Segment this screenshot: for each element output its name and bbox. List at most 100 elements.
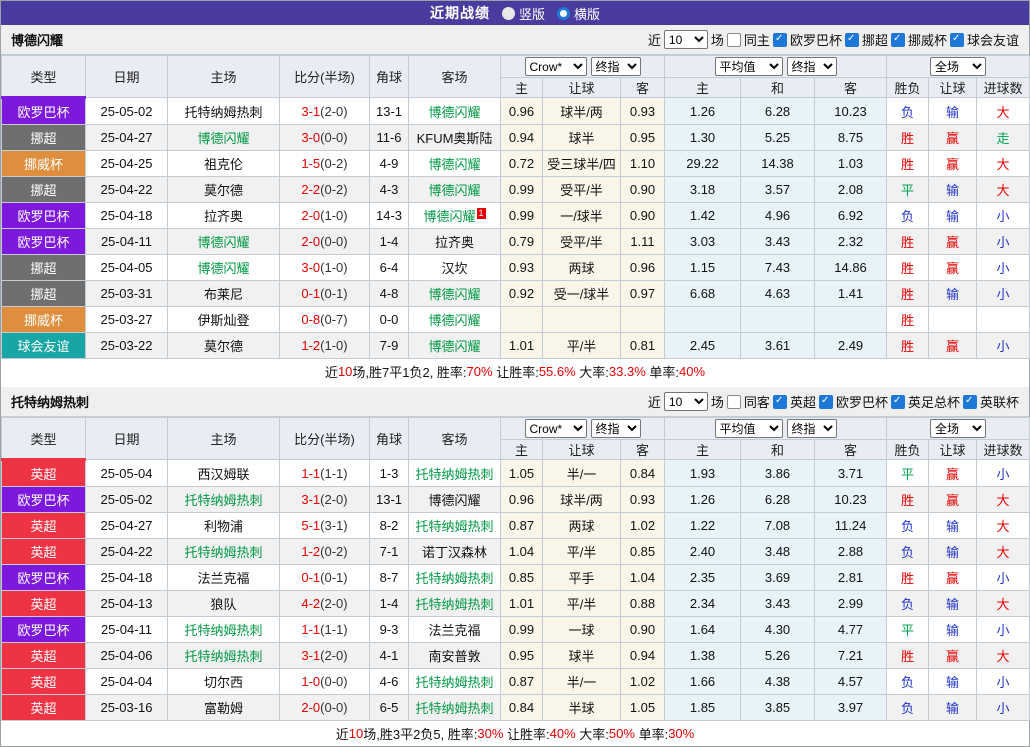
same-venue-checkbox[interactable] (726, 32, 741, 47)
book-final-select[interactable]: 终指 (590, 57, 641, 76)
match-date: 25-04-25 (85, 150, 168, 177)
score: 0-1(0-1) (279, 564, 370, 591)
average-odds-0: 29.22 (664, 150, 742, 177)
average-odds-0: 1.64 (664, 616, 742, 643)
league-checkbox-label: 英联杯 (979, 395, 1019, 410)
league-checkbox-0[interactable] (772, 394, 787, 409)
average-odds-1: 7.08 (740, 512, 816, 539)
league-checkbox-label: 英足总杯 (907, 395, 960, 410)
col-header-5: 客场 (408, 55, 501, 98)
league-checkbox-0[interactable] (772, 32, 787, 47)
score: 2-2(0-2) (279, 176, 370, 203)
average-odds-2: 14.86 (814, 254, 888, 281)
col-header-3: 比分(半场) (279, 55, 370, 98)
league-checkbox-1[interactable] (844, 32, 859, 47)
match-date: 25-04-06 (85, 642, 168, 669)
result-flag-0: 胜 (886, 254, 930, 281)
league-badge: 欧罗巴杯 (1, 228, 86, 255)
handicap-odds-1: 球半 (542, 124, 621, 151)
table-row: 英超 25-04-27 利物浦 5-1(3-1) 8-2 托特纳姆热刺 0.87 两球 1.02… (1, 512, 1030, 539)
score: 0-1(0-1) (279, 280, 370, 307)
avg-final-select[interactable]: 终指 (786, 57, 837, 76)
near-label: 近 (647, 33, 661, 48)
layout-option-horizontal[interactable]: 横版 (557, 4, 600, 23)
league-checkbox-3[interactable] (962, 394, 977, 409)
same-venue-checkbox[interactable] (726, 394, 741, 409)
home-team: 博德闪耀 (167, 124, 280, 151)
table-row: 英超 25-04-22 托特纳姆热刺 1-2(0-2) 7-1 诺丁汉森林 1.04 平/半 0… (1, 538, 1030, 565)
bookmaker-select[interactable]: Crow* (524, 419, 587, 438)
near-count-select[interactable]: 10 (663, 392, 708, 411)
handicap-odds-0: 0.99 (500, 202, 543, 229)
scope-select[interactable]: 全场 (930, 57, 987, 76)
league-badge: 英超 (1, 459, 86, 487)
league-badge: 挪超 (1, 176, 86, 203)
corners: 9-3 (369, 616, 409, 643)
book-final-select[interactable]: 终指 (590, 419, 641, 438)
average-odds-0: 3.03 (664, 228, 742, 255)
team-section-0: 博德闪耀近10场同主欧罗巴杯挪超挪威杯球会友谊类型日期主场比分(半场)角球客场C… (1, 25, 1030, 384)
average-odds-1: 3.85 (740, 694, 816, 721)
result-flag-1: 输 (928, 538, 978, 565)
average-odds-0: 1.30 (664, 124, 742, 151)
corners: 1-4 (369, 228, 409, 255)
scope-select[interactable]: 全场 (930, 419, 987, 438)
handicap-odds-2: 0.85 (619, 538, 666, 565)
away-team: 托特纳姆热刺 (408, 590, 501, 617)
team-controls: 博德闪耀 近10场 同主 欧罗巴杯 挪超 挪威杯 球会友谊 (1, 25, 1029, 55)
handicap-odds-1: 一/球半 (542, 202, 621, 229)
home-team: 博德闪耀 (167, 254, 280, 281)
score: 1-1(1-1) (279, 459, 370, 487)
filter-controls: 近10场 同客 英超 欧罗巴杯 英足总杯 英联杯 (648, 392, 1019, 411)
radio-vertical-icon[interactable] (501, 6, 515, 20)
corners: 4-3 (369, 176, 409, 203)
league-checkbox-label: 欧罗巴杯 (835, 395, 888, 410)
league-badge: 挪超 (1, 124, 86, 151)
league-checkbox-1[interactable] (818, 394, 833, 409)
score: 3-0(0-0) (279, 124, 370, 151)
corners: 4-9 (369, 150, 409, 177)
team-name: 博德闪耀 (11, 33, 64, 48)
average-odds-1: 5.25 (740, 124, 816, 151)
handicap-odds-0: 1.01 (500, 332, 543, 359)
away-team: 托特纳姆热刺 (408, 512, 501, 539)
result-flag-0: 负 (886, 668, 930, 695)
corners: 7-9 (369, 332, 409, 359)
away-team: 博德闪耀 (408, 306, 501, 333)
league-badge: 英超 (1, 538, 86, 565)
home-team: 伊斯灿登 (167, 306, 280, 333)
score: 5-1(3-1) (279, 512, 370, 539)
bookmaker-select[interactable]: Crow* (524, 57, 587, 76)
away-team: 拉齐奥 (408, 228, 501, 255)
score: 2-0(0-0) (279, 694, 370, 721)
average-select[interactable]: 平均值 (714, 57, 783, 76)
layout-option-vertical[interactable]: 竖版 (501, 4, 545, 23)
result-flag-2: 小 (976, 228, 1030, 255)
average-odds-2: 1.41 (814, 280, 888, 307)
league-checkbox-3[interactable] (949, 32, 964, 47)
table-row: 欧罗巴杯 25-04-18 法兰克福 0-1(0-1) 8-7 托特纳姆热刺 0.85 平手 1… (1, 564, 1030, 591)
scope-header: 全场 (886, 417, 1030, 440)
avg-final-select[interactable]: 终指 (786, 419, 837, 438)
score: 2-0(1-0) (279, 202, 370, 229)
average-odds-1: 6.28 (740, 486, 816, 513)
home-team: 托特纳姆热刺 (167, 616, 280, 643)
team-sections: 博德闪耀近10场同主欧罗巴杯挪超挪威杯球会友谊类型日期主场比分(半场)角球客场C… (1, 25, 1030, 746)
radio-horizontal-icon[interactable] (557, 6, 570, 20)
corners: 6-5 (369, 694, 409, 721)
result-flag-2: 小 (976, 280, 1030, 307)
league-checkbox-2[interactable] (890, 32, 905, 47)
col-header-2: 主场 (167, 55, 280, 98)
summary-row: 近 10 场,胜3平2负5, 胜率: 30% 让胜率: 40% 大率: 50% 单率: 30… (1, 721, 1029, 746)
result-flag-0: 负 (886, 97, 930, 125)
match-date: 25-05-02 (85, 486, 168, 513)
sub-header-2: 客 (619, 77, 666, 98)
league-badge: 英超 (1, 668, 86, 695)
league-checkbox-2[interactable] (890, 394, 905, 409)
average-odds-1: 4.38 (740, 668, 816, 695)
table-row: 挪超 25-04-05 博德闪耀 3-0(1-0) 6-4 汉坎 0.93 两球 0.96 1.1… (1, 254, 1030, 281)
result-flag-1: 赢 (928, 642, 978, 669)
col-header-4: 角球 (369, 417, 409, 460)
average-select[interactable]: 平均值 (714, 419, 783, 438)
near-count-select[interactable]: 10 (663, 30, 708, 49)
